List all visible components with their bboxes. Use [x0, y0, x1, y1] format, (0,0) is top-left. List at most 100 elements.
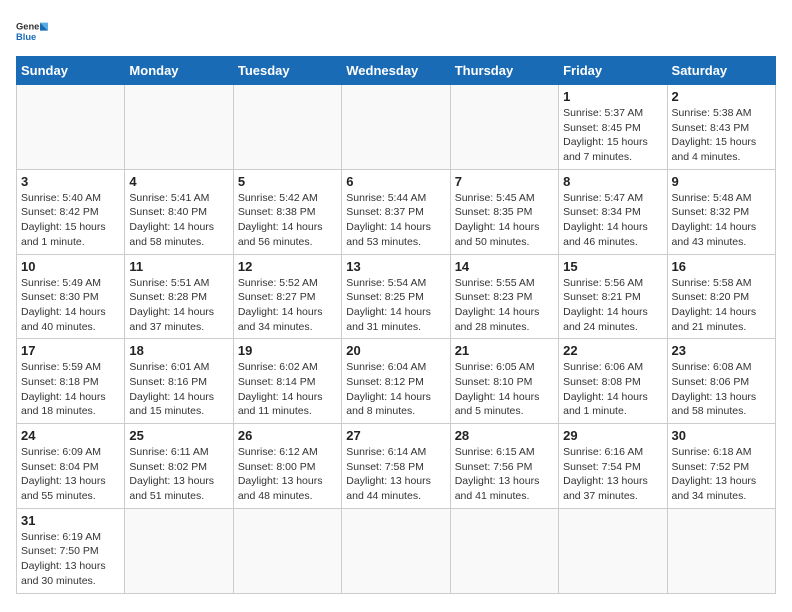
- day-number: 6: [346, 174, 445, 189]
- calendar-cell: 5Sunrise: 5:42 AM Sunset: 8:38 PM Daylig…: [233, 169, 341, 254]
- calendar-cell: 18 Sunrise: 6:01 AM Sunset: 8:16 PM Dayli…: [125, 339, 233, 424]
- day-info: Sunrise: 5:55 AM Sunset: 8:23 PM Dayligh…: [455, 276, 554, 335]
- day-number: 31: [21, 513, 120, 528]
- day-number: 10: [21, 259, 120, 274]
- calendar-cell: 19 Sunrise: 6:02 AM Sunset: 8:14 PM Dayli…: [233, 339, 341, 424]
- day-info: Sunrise: 6:19 AM Sunset: 7:50 PM Dayligh…: [21, 530, 120, 589]
- calendar-cell: [17, 85, 125, 170]
- calendar-week-2: 10 Sunrise: 5:49 AM Sunset: 8:30 PM Dayli…: [17, 254, 776, 339]
- calendar-cell: [233, 508, 341, 593]
- calendar-cell: 1 Sunrise: 5:37 AM Sunset: 8:45 PM Daylig…: [559, 85, 667, 170]
- day-number: 16: [672, 259, 771, 274]
- day-info: Sunrise: 5:48 AM Sunset: 8:32 PM Dayligh…: [672, 191, 771, 250]
- day-info: Sunrise: 5:41 AM Sunset: 8:40 PM Dayligh…: [129, 191, 228, 250]
- day-info: Sunrise: 6:06 AM Sunset: 8:08 PM Dayligh…: [563, 360, 662, 419]
- day-number: 21: [455, 343, 554, 358]
- day-info: Sunrise: 5:44 AM Sunset: 8:37 PM Dayligh…: [346, 191, 445, 250]
- day-info: Sunrise: 6:16 AM Sunset: 7:54 PM Dayligh…: [563, 445, 662, 504]
- day-info: Sunrise: 5:40 AM Sunset: 8:42 PM Dayligh…: [21, 191, 120, 250]
- calendar-header-row: SundayMondayTuesdayWednesdayThursdayFrid…: [17, 57, 776, 85]
- calendar-cell: 27 Sunrise: 6:14 AM Sunset: 7:58 PM Dayli…: [342, 424, 450, 509]
- day-number: 2: [672, 89, 771, 104]
- calendar-cell: [233, 85, 341, 170]
- page-header: General Blue: [16, 16, 776, 48]
- day-number: 23: [672, 343, 771, 358]
- day-info: Sunrise: 5:47 AM Sunset: 8:34 PM Dayligh…: [563, 191, 662, 250]
- calendar-week-0: 1 Sunrise: 5:37 AM Sunset: 8:45 PM Daylig…: [17, 85, 776, 170]
- col-header-monday: Monday: [125, 57, 233, 85]
- calendar-cell: [450, 508, 558, 593]
- day-number: 19: [238, 343, 337, 358]
- calendar-cell: 24 Sunrise: 6:09 AM Sunset: 8:04 PM Dayli…: [17, 424, 125, 509]
- col-header-wednesday: Wednesday: [342, 57, 450, 85]
- calendar-cell: 28 Sunrise: 6:15 AM Sunset: 7:56 PM Dayli…: [450, 424, 558, 509]
- calendar-cell: 9Sunrise: 5:48 AM Sunset: 8:32 PM Daylig…: [667, 169, 775, 254]
- day-number: 7: [455, 174, 554, 189]
- day-info: Sunrise: 5:38 AM Sunset: 8:43 PM Dayligh…: [672, 106, 771, 165]
- calendar-cell: 14 Sunrise: 5:55 AM Sunset: 8:23 PM Dayli…: [450, 254, 558, 339]
- calendar-cell: [667, 508, 775, 593]
- day-number: 17: [21, 343, 120, 358]
- day-number: 11: [129, 259, 228, 274]
- day-number: 12: [238, 259, 337, 274]
- day-number: 18: [129, 343, 228, 358]
- calendar-cell: [125, 85, 233, 170]
- day-info: Sunrise: 5:54 AM Sunset: 8:25 PM Dayligh…: [346, 276, 445, 335]
- day-info: Sunrise: 6:12 AM Sunset: 8:00 PM Dayligh…: [238, 445, 337, 504]
- calendar-cell: 4Sunrise: 5:41 AM Sunset: 8:40 PM Daylig…: [125, 169, 233, 254]
- day-info: Sunrise: 6:09 AM Sunset: 8:04 PM Dayligh…: [21, 445, 120, 504]
- day-number: 26: [238, 428, 337, 443]
- day-number: 14: [455, 259, 554, 274]
- calendar-cell: 7 Sunrise: 5:45 AM Sunset: 8:35 PM Daylig…: [450, 169, 558, 254]
- day-info: Sunrise: 5:51 AM Sunset: 8:28 PM Dayligh…: [129, 276, 228, 335]
- logo: General Blue: [16, 16, 48, 48]
- day-number: 20: [346, 343, 445, 358]
- svg-text:Blue: Blue: [16, 32, 36, 42]
- day-info: Sunrise: 5:58 AM Sunset: 8:20 PM Dayligh…: [672, 276, 771, 335]
- calendar-cell: [450, 85, 558, 170]
- calendar-week-4: 24 Sunrise: 6:09 AM Sunset: 8:04 PM Dayli…: [17, 424, 776, 509]
- calendar-cell: 25Sunrise: 6:11 AM Sunset: 8:02 PM Dayli…: [125, 424, 233, 509]
- day-info: Sunrise: 6:15 AM Sunset: 7:56 PM Dayligh…: [455, 445, 554, 504]
- day-number: 13: [346, 259, 445, 274]
- calendar-cell: [559, 508, 667, 593]
- day-info: Sunrise: 6:18 AM Sunset: 7:52 PM Dayligh…: [672, 445, 771, 504]
- day-number: 24: [21, 428, 120, 443]
- calendar-week-5: 31 Sunrise: 6:19 AM Sunset: 7:50 PM Dayli…: [17, 508, 776, 593]
- day-number: 27: [346, 428, 445, 443]
- col-header-tuesday: Tuesday: [233, 57, 341, 85]
- calendar-cell: [342, 85, 450, 170]
- day-info: Sunrise: 5:37 AM Sunset: 8:45 PM Dayligh…: [563, 106, 662, 165]
- calendar-cell: [125, 508, 233, 593]
- day-info: Sunrise: 5:49 AM Sunset: 8:30 PM Dayligh…: [21, 276, 120, 335]
- calendar-cell: 21Sunrise: 6:05 AM Sunset: 8:10 PM Dayli…: [450, 339, 558, 424]
- day-info: Sunrise: 6:02 AM Sunset: 8:14 PM Dayligh…: [238, 360, 337, 419]
- calendar-cell: 29 Sunrise: 6:16 AM Sunset: 7:54 PM Dayli…: [559, 424, 667, 509]
- day-number: 29: [563, 428, 662, 443]
- calendar-cell: 23Sunrise: 6:08 AM Sunset: 8:06 PM Dayli…: [667, 339, 775, 424]
- calendar-cell: 13 Sunrise: 5:54 AM Sunset: 8:25 PM Dayli…: [342, 254, 450, 339]
- logo-icon: General Blue: [16, 16, 48, 48]
- day-number: 22: [563, 343, 662, 358]
- day-number: 1: [563, 89, 662, 104]
- calendar-cell: 15Sunrise: 5:56 AM Sunset: 8:21 PM Dayli…: [559, 254, 667, 339]
- day-number: 30: [672, 428, 771, 443]
- calendar-cell: 30 Sunrise: 6:18 AM Sunset: 7:52 PM Dayli…: [667, 424, 775, 509]
- day-number: 15: [563, 259, 662, 274]
- day-info: Sunrise: 5:45 AM Sunset: 8:35 PM Dayligh…: [455, 191, 554, 250]
- day-number: 8: [563, 174, 662, 189]
- day-number: 25: [129, 428, 228, 443]
- calendar-cell: [342, 508, 450, 593]
- calendar-cell: 6 Sunrise: 5:44 AM Sunset: 8:37 PM Daylig…: [342, 169, 450, 254]
- calendar-cell: 3Sunrise: 5:40 AM Sunset: 8:42 PM Daylig…: [17, 169, 125, 254]
- day-info: Sunrise: 5:42 AM Sunset: 8:38 PM Dayligh…: [238, 191, 337, 250]
- calendar-cell: 22 Sunrise: 6:06 AM Sunset: 8:08 PM Dayli…: [559, 339, 667, 424]
- day-info: Sunrise: 6:01 AM Sunset: 8:16 PM Dayligh…: [129, 360, 228, 419]
- calendar-cell: 16 Sunrise: 5:58 AM Sunset: 8:20 PM Dayli…: [667, 254, 775, 339]
- day-info: Sunrise: 6:04 AM Sunset: 8:12 PM Dayligh…: [346, 360, 445, 419]
- calendar-cell: 31 Sunrise: 6:19 AM Sunset: 7:50 PM Dayli…: [17, 508, 125, 593]
- day-number: 28: [455, 428, 554, 443]
- col-header-saturday: Saturday: [667, 57, 775, 85]
- day-info: Sunrise: 6:14 AM Sunset: 7:58 PM Dayligh…: [346, 445, 445, 504]
- calendar-cell: 2 Sunrise: 5:38 AM Sunset: 8:43 PM Daylig…: [667, 85, 775, 170]
